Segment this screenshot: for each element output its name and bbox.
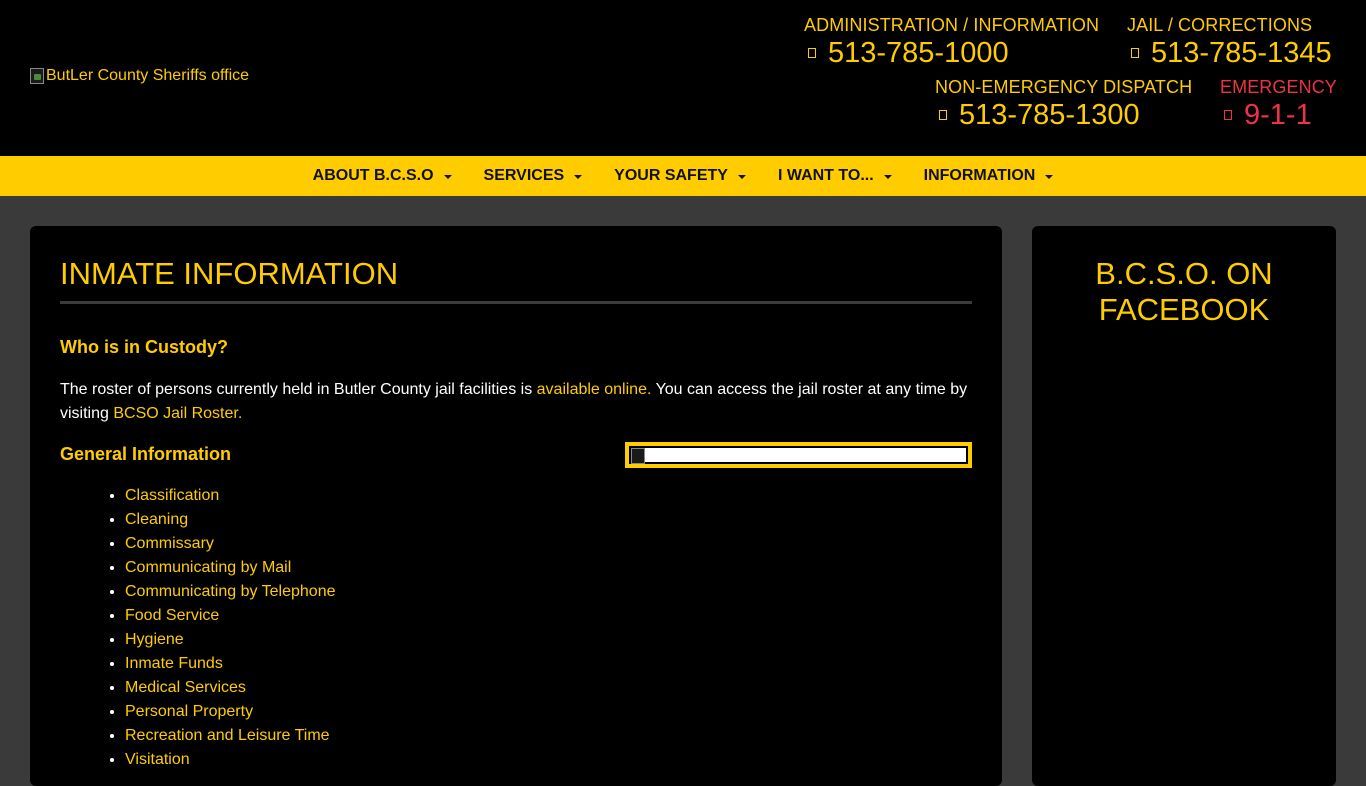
contact-dispatch-phone-link[interactable]: 513-785-1300 (935, 98, 1192, 132)
info-link-visitation[interactable]: Visitation (125, 751, 190, 768)
contact-emergency-label: EMERGENCY (1220, 77, 1337, 97)
info-link-hygiene[interactable]: Hygiene (125, 631, 184, 648)
facebook-title-line1: B.C.S.O. ON (1095, 256, 1273, 291)
list-item: Food Service (125, 604, 336, 628)
available-online-link[interactable]: available online. (537, 381, 652, 398)
contact-jail-phone: 513-785-1345 (1151, 37, 1332, 69)
paragraph-text-1: The roster of persons currently held in … (60, 381, 537, 398)
contact-jail: JAIL / CORRECTIONS 513-785-1345 (1127, 15, 1332, 70)
custody-heading: Who is in Custody? (60, 337, 228, 357)
info-link-food-service[interactable]: Food Service (125, 607, 219, 624)
contact-dispatch-label: NON-EMERGENCY DISPATCH (935, 77, 1193, 97)
broken-image-icon (30, 68, 44, 84)
list-item: Recreation and Leisure Time (125, 724, 336, 748)
list-item: Classification (125, 484, 336, 508)
nav-your-safety-label: YOUR SAFETY (614, 167, 728, 184)
info-link-recreation[interactable]: Recreation and Leisure Time (125, 727, 330, 744)
info-link-commissary[interactable]: Commissary (125, 535, 214, 552)
caret-down-icon (443, 174, 452, 179)
contact-emergency-phone: 9-1-1 (1244, 99, 1312, 131)
nav-about[interactable]: ABOUT B.C.S.O (297, 156, 468, 196)
contact-admin-phone-link[interactable]: 513-785-1000 (804, 36, 1099, 70)
custody-paragraph: The roster of persons currently held in … (60, 378, 975, 426)
list-item: Personal Property (125, 700, 336, 724)
nav-services-label: SERVICES (483, 167, 565, 184)
phone-icon (939, 110, 947, 120)
nav-services[interactable]: SERVICES (468, 156, 599, 196)
site-header: ButLer County Sheriffs office ADMINISTRA… (0, 0, 1366, 156)
list-item: Visitation (125, 748, 336, 772)
contact-admin-label: ADMINISTRATION / INFORMATION (804, 15, 1100, 35)
info-link-mail[interactable]: Communicating by Mail (125, 559, 291, 576)
jail-image-frame (625, 442, 972, 468)
general-info-heading: General Information (60, 444, 232, 464)
list-item: Medical Services (125, 676, 336, 700)
caret-down-icon (1045, 174, 1054, 179)
info-link-personal-property[interactable]: Personal Property (125, 703, 253, 720)
nav-information[interactable]: INFORMATION (908, 156, 1070, 196)
nav-i-want-to-label: I WANT TO... (777, 167, 874, 184)
info-link-cleaning[interactable]: Cleaning (125, 511, 188, 528)
caret-down-icon (574, 174, 583, 179)
logo-alt-text: ButLer County Sheriffs office (46, 67, 250, 84)
info-link-classification[interactable]: Classification (125, 487, 219, 504)
contact-jail-label: JAIL / CORRECTIONS (1127, 15, 1313, 35)
nav-i-want-to[interactable]: I WANT TO... (762, 156, 908, 196)
list-item: Cleaning (125, 508, 336, 532)
info-link-inmate-funds[interactable]: Inmate Funds (125, 655, 223, 672)
main-nav: ABOUT B.C.S.O SERVICES YOUR SAFETY I WAN… (0, 156, 1366, 196)
list-item: Communicating by Mail (125, 556, 336, 580)
info-link-telephone[interactable]: Communicating by Telephone (125, 583, 336, 600)
phone-icon (1131, 48, 1139, 58)
contact-admin-phone: 513-785-1000 (828, 37, 1009, 69)
nav-your-safety[interactable]: YOUR SAFETY (598, 156, 762, 196)
image-placeholder (645, 448, 966, 462)
list-item: Hygiene (125, 628, 336, 652)
nav-about-label: ABOUT B.C.S.O (312, 167, 434, 184)
sidebar-panel: B.C.S.O. ON FACEBOOK (1032, 226, 1336, 786)
caret-down-icon (883, 174, 892, 179)
phone-icon (1224, 110, 1232, 120)
list-item: Inmate Funds (125, 652, 336, 676)
contact-emergency: EMERGENCY 9-1-1 (1220, 77, 1337, 132)
contact-jail-phone-link[interactable]: 513-785-1345 (1127, 36, 1332, 70)
nav-information-label: INFORMATION (923, 167, 1036, 184)
page-title: INMATE INFORMATION (60, 256, 399, 291)
list-item: Commissary (125, 532, 336, 556)
main-content-panel: INMATE INFORMATION Who is in Custody? Th… (30, 226, 1002, 786)
title-divider (60, 301, 972, 304)
facebook-title-line2: FACEBOOK (1098, 292, 1270, 327)
caret-down-icon (737, 174, 746, 179)
contact-emergency-phone-link[interactable]: 9-1-1 (1220, 98, 1337, 132)
phone-icon (808, 48, 816, 58)
list-item: Communicating by Telephone (125, 580, 336, 604)
contact-admin: ADMINISTRATION / INFORMATION 513-785-100… (804, 15, 1099, 70)
jail-roster-link[interactable]: BCSO Jail Roster. (113, 405, 242, 422)
general-info-list: Classification Cleaning Commissary Commu… (60, 484, 336, 772)
contact-dispatch-phone: 513-785-1300 (959, 99, 1140, 131)
contact-dispatch: NON-EMERGENCY DISPATCH 513-785-1300 (935, 77, 1192, 132)
info-link-medical[interactable]: Medical Services (125, 679, 246, 696)
site-logo-link[interactable]: ButLer County Sheriffs office (30, 67, 249, 85)
facebook-section-title: B.C.S.O. ON FACEBOOK (1032, 256, 1336, 328)
broken-image-icon (631, 448, 645, 464)
